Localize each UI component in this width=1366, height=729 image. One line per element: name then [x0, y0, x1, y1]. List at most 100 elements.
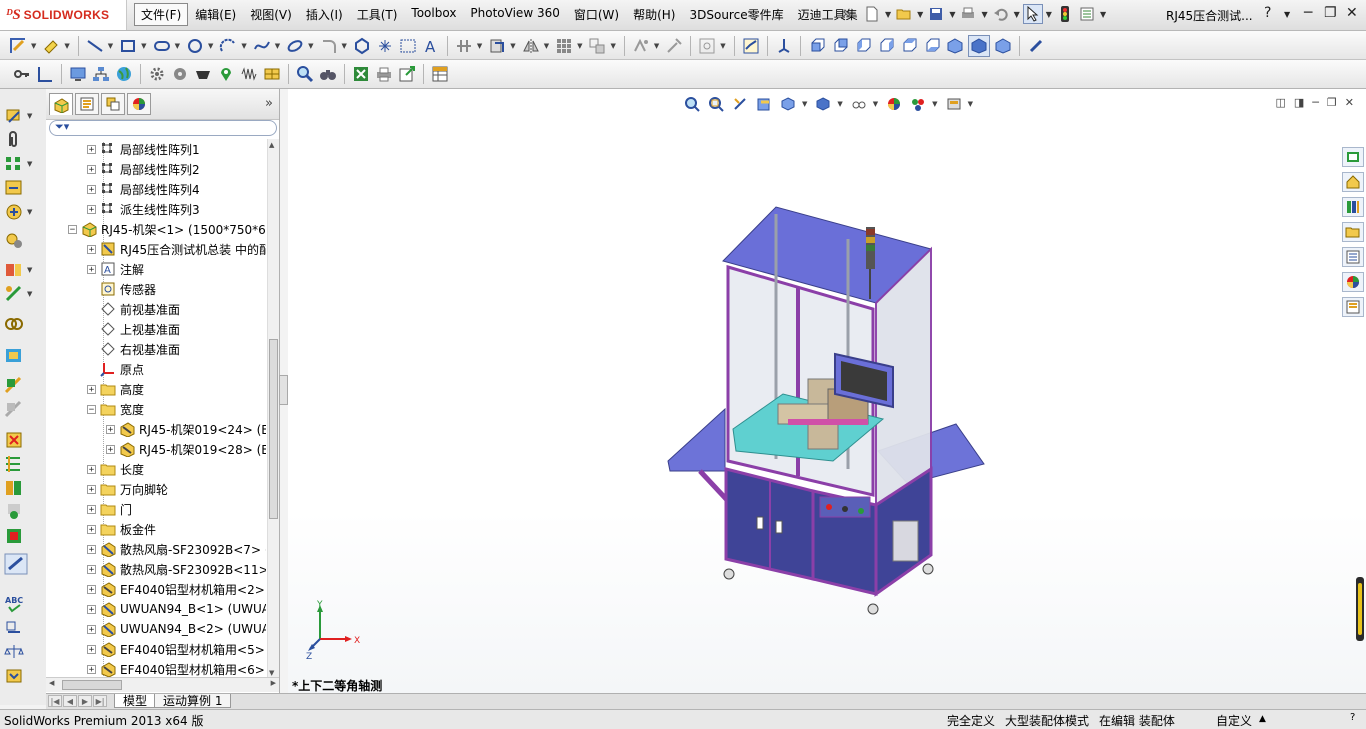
help-icon[interactable]: ? — [1264, 5, 1271, 21]
undo-icon[interactable] — [991, 4, 1011, 24]
expand-node-icon[interactable]: + — [87, 524, 96, 534]
smart-mates-tool[interactable]: ▼ — [4, 105, 42, 127]
bill-of-materials-tool[interactable] — [4, 313, 42, 335]
scroll-up-icon[interactable]: ▲ — [269, 141, 274, 149]
tree-node[interactable]: 右视基准面 — [87, 339, 180, 359]
collapse-node-icon[interactable]: − — [68, 224, 77, 234]
excel-icon[interactable] — [351, 64, 371, 84]
tree-node[interactable]: + UWUAN94_B<1> (UWUAN — [87, 599, 266, 619]
view-top-icon[interactable] — [899, 36, 919, 56]
save-icon[interactable] — [926, 4, 946, 24]
tree-node[interactable]: + EF4040铝型材机箱用<2> (EF — [87, 579, 266, 599]
expand-node-icon[interactable]: + — [87, 484, 96, 494]
spell-check-tool[interactable]: ABC — [4, 593, 42, 615]
balance-tool[interactable] — [4, 641, 42, 663]
close-window-icon[interactable]: ✕ — [1346, 5, 1358, 21]
tree-node[interactable]: 上视基准面 — [87, 319, 180, 339]
view-isometric-icon[interactable] — [945, 36, 965, 56]
menu-window[interactable]: 窗口(W) — [567, 3, 626, 26]
sketch-text-icon[interactable] — [398, 36, 418, 56]
view-trimetric-icon[interactable] — [967, 35, 990, 57]
export-icon[interactable] — [397, 64, 417, 84]
solidworks-resources-icon[interactable] — [1342, 147, 1364, 167]
view-bottom-icon[interactable] — [922, 36, 942, 56]
tree-node[interactable]: + RJ45-机架019<28> (EF4 — [106, 439, 266, 459]
solidworks-logo[interactable]: ᴰS SOLIDWORKS — [0, 0, 127, 30]
spline-icon[interactable] — [252, 36, 272, 56]
measure-tool[interactable] — [4, 617, 42, 639]
mass-properties-tool[interactable] — [4, 453, 42, 475]
tree-node[interactable]: + 板金件 — [87, 519, 156, 539]
mirror-icon[interactable] — [521, 36, 541, 56]
view-palette-icon[interactable] — [1342, 247, 1364, 267]
home-icon[interactable] — [1342, 172, 1364, 192]
expand-node-icon[interactable]: + — [87, 264, 96, 274]
tree-horizontal-scrollbar[interactable]: ◀ ▶ — [46, 677, 279, 692]
expand-node-icon[interactable]: + — [87, 584, 96, 594]
check-tool[interactable] — [4, 525, 42, 547]
tree-node[interactable]: + 派生线性阵列3 — [87, 199, 200, 219]
status-help-icon[interactable]: ? — [1350, 712, 1355, 723]
interference-tool[interactable] — [4, 375, 42, 397]
menu-photoview[interactable]: PhotoView 360 — [463, 3, 566, 26]
door-handle-left[interactable] — [756, 516, 764, 530]
tree-node[interactable]: + 局部线性阵列4 — [87, 179, 200, 199]
options-icon[interactable] — [1077, 4, 1097, 24]
expand-node-icon[interactable]: + — [87, 244, 96, 254]
tree-node[interactable]: 前视基准面 — [87, 299, 180, 319]
tab-feature-manager[interactable] — [49, 93, 73, 115]
menu-view[interactable]: 视图(V) — [243, 3, 299, 26]
view-left-icon[interactable] — [853, 36, 873, 56]
link-view-icon[interactable] — [1026, 36, 1046, 56]
exploded-view-tool[interactable]: ▼ — [4, 259, 42, 281]
tree-node[interactable]: + 散热风扇-SF23092B<11> (1( — [87, 559, 266, 579]
paperclip-tool[interactable] — [4, 129, 42, 151]
menu-tools[interactable]: 工具(T) — [350, 3, 405, 26]
bowl-icon[interactable] — [193, 64, 213, 84]
printer-icon[interactable] — [374, 64, 394, 84]
view-front-icon[interactable] — [807, 36, 827, 56]
tree-node[interactable]: 原点 — [87, 359, 144, 379]
help-dropdown-icon[interactable]: ▼ — [1284, 10, 1290, 19]
appearances-icon[interactable] — [1342, 272, 1364, 292]
spring-icon[interactable] — [239, 64, 259, 84]
tree-node[interactable]: − 宽度 — [87, 399, 144, 419]
pin-icon[interactable] — [836, 4, 856, 24]
units-dropdown-icon[interactable]: ▲ — [1259, 714, 1266, 724]
assembly-visualization-tool[interactable] — [4, 477, 42, 499]
expand-node-icon[interactable]: + — [87, 544, 96, 554]
tree-node[interactable]: 传感器 — [87, 279, 156, 299]
tab-motion-study[interactable]: 运动算例 1 — [154, 694, 232, 708]
select-arrow-icon[interactable] — [1022, 4, 1043, 24]
network-icon[interactable] — [91, 64, 111, 84]
assembly-features-tool[interactable] — [4, 177, 42, 199]
expand-node-icon[interactable]: + — [87, 564, 96, 574]
tree-node[interactable]: + 散热风扇-SF23092B<7> (10 — [87, 539, 266, 559]
new-dropdown-icon[interactable]: ▼ — [885, 10, 891, 19]
start-button[interactable] — [842, 506, 848, 512]
expand-node-icon[interactable]: + — [87, 204, 96, 214]
left-table-wing[interactable] — [667, 407, 726, 472]
tab-model[interactable]: 模型 — [114, 694, 157, 708]
convert-entities-icon[interactable] — [487, 36, 507, 56]
tree-node[interactable]: + UWUAN94_B<2> (UWUAN — [87, 619, 266, 639]
line-icon[interactable] — [85, 36, 105, 56]
expand-node-icon[interactable]: + — [87, 504, 96, 514]
menu-toolbox[interactable]: Toolbox — [404, 3, 463, 26]
dropdown-arrow-icon[interactable]: ▼ — [27, 266, 32, 274]
tree-node[interactable]: + 万向脚轮 — [87, 479, 168, 499]
tab-display-manager[interactable] — [127, 93, 151, 115]
scroll-right-icon[interactable]: ▶ — [271, 679, 276, 687]
emergency-stop-button[interactable] — [826, 504, 832, 510]
menu-file[interactable]: 文件(F) — [134, 3, 189, 26]
view-dimetric-icon[interactable] — [993, 36, 1013, 56]
drawing-sheet-icon[interactable] — [35, 64, 55, 84]
first-tab-icon[interactable]: |◀ — [48, 695, 62, 707]
tree-node[interactable]: + 局部线性阵列1 — [87, 139, 200, 159]
polygon-icon[interactable] — [352, 36, 372, 56]
resources-tool[interactable] — [4, 665, 42, 687]
view-right-icon[interactable] — [876, 36, 896, 56]
key-icon[interactable] — [12, 64, 32, 84]
scroll-left-icon[interactable]: ◀ — [49, 679, 54, 687]
tree-node[interactable]: + EF4040铝型材机箱用<5> (EF — [87, 639, 266, 659]
